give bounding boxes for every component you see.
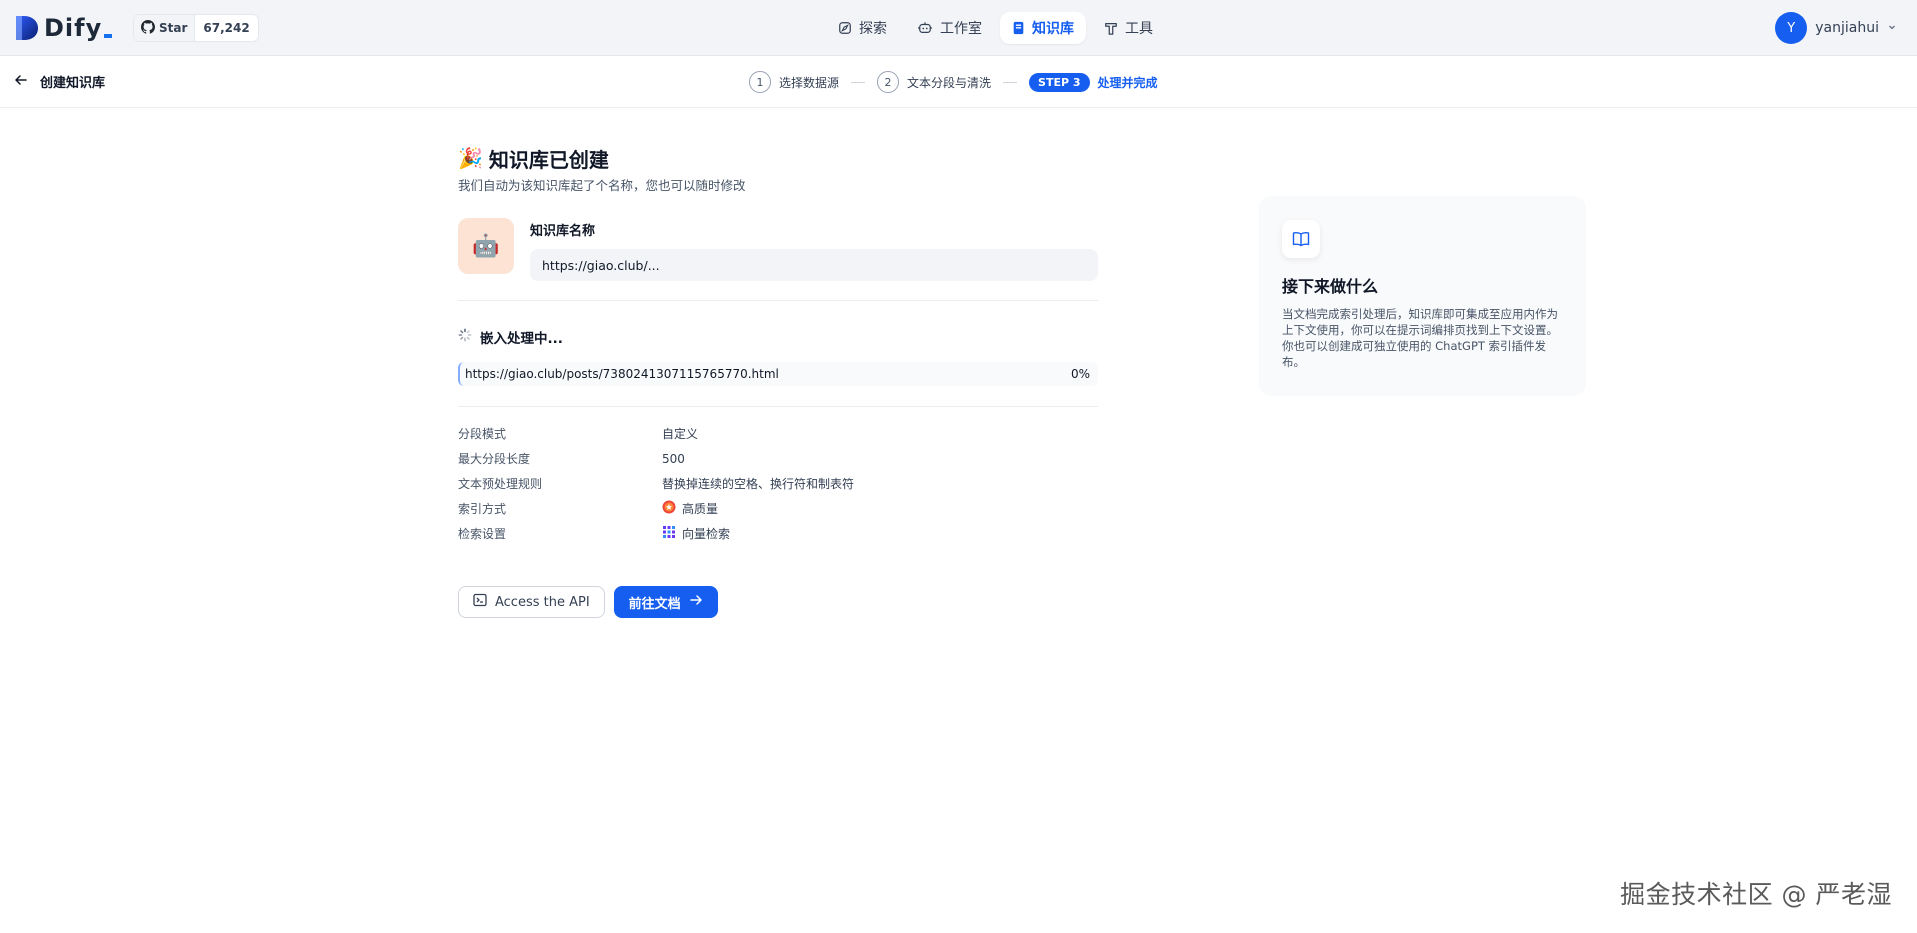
rule-value: 高质量	[682, 502, 719, 516]
main-nav: 探索 工作室 知识库 工具	[826, 12, 1165, 44]
rule-row: 最大分段长度 500	[458, 446, 1098, 471]
rule-value: 替换掉连续的空格、换行符和制表符	[662, 477, 855, 491]
rule-key: 最大分段长度	[458, 452, 531, 466]
kb-created-panel: 🎉 知识库已创建 我们自动为该知识库起了个名称，您也可以随时修改 🤖 知识库名称	[458, 144, 1098, 618]
nav-knowledge-label: 知识库	[1032, 21, 1074, 37]
terminal-icon	[473, 593, 487, 611]
access-api-label: Access the API	[495, 594, 590, 610]
nav-explore[interactable]: 探索	[826, 12, 899, 44]
document-progress-row: https://giao.club/posts/7380241307115765…	[458, 362, 1098, 386]
rule-value: 500	[662, 451, 685, 466]
dify-logo[interactable]: Dify	[14, 13, 113, 43]
github-star-widget[interactable]: Star 67,242	[133, 14, 259, 42]
divider	[458, 406, 1098, 407]
top-navbar: Dify Star 67,242 探索 工作室 知识库 工具 Y yanjiah…	[0, 0, 1917, 56]
step-3-label: 处理并完成	[1097, 75, 1158, 90]
rule-key: 文本预处理规则	[458, 477, 543, 491]
go-to-document-label: 前往文档	[628, 596, 681, 612]
rule-key: 分段模式	[458, 427, 507, 441]
create-kb-header: 创建知识库 1 选择数据源 2 文本分段与清洗 STEP 3 处理并完成	[0, 56, 1917, 108]
page-subtitle: 我们自动为该知识库起了个名称，您也可以随时修改	[458, 178, 746, 193]
step-2-label: 文本分段与清洗	[907, 75, 992, 90]
arrow-right-icon	[689, 593, 703, 611]
step-connector	[851, 81, 866, 83]
avatar: Y	[1775, 12, 1808, 44]
rule-value: 自定义	[662, 427, 699, 441]
step-connector	[1003, 81, 1018, 83]
action-buttons: Access the API 前往文档	[458, 586, 1098, 618]
nav-knowledge[interactable]: 知识库	[1000, 12, 1086, 44]
back-button[interactable]: 创建知识库	[14, 72, 105, 91]
loading-spinner-icon	[458, 328, 472, 346]
logo-dot	[104, 34, 113, 38]
arrow-left-icon	[14, 73, 28, 91]
chevron-down-icon	[1887, 20, 1897, 36]
open-book-icon	[1282, 220, 1320, 258]
page-title: 🎉 知识库已创建	[458, 144, 1098, 172]
stepper: 1 选择数据源 2 文本分段与清洗 STEP 3 处理并完成	[749, 71, 1158, 93]
hammer-icon	[1104, 21, 1118, 35]
rule-row: 分段模式 自定义	[458, 421, 1098, 446]
github-star-button[interactable]: Star	[134, 15, 196, 41]
divider	[458, 300, 1098, 301]
book-icon	[1012, 21, 1025, 35]
nav-tools-label: 工具	[1125, 21, 1153, 37]
embedding-status: 嵌入处理中...	[458, 327, 1098, 347]
party-popper-icon: 🎉	[458, 146, 483, 170]
step-2-number: 2	[877, 71, 900, 93]
nav-tools[interactable]: 工具	[1092, 12, 1165, 44]
kb-name-section: 🤖 知识库名称	[458, 218, 1098, 281]
page-title-text: 知识库已创建	[488, 147, 609, 172]
kb-name-label: 知识库名称	[530, 224, 596, 239]
step-1-number: 1	[749, 71, 771, 93]
step-1-label: 选择数据源	[779, 75, 840, 90]
next-steps-card: 接下来做什么 当文档完成索引处理后，知识库即可集成至应用内作为上下文使用，你可以…	[1259, 196, 1586, 396]
logo-text: Dify	[44, 14, 103, 42]
rule-row: 文本预处理规则 替换掉连续的空格、换行符和制表符	[458, 471, 1098, 496]
go-to-document-button[interactable]: 前往文档	[613, 586, 718, 618]
user-menu[interactable]: Y yanjiahui	[1775, 12, 1897, 44]
kb-name-field-group: 知识库名称	[530, 218, 1098, 281]
next-steps-body: 当文档完成索引处理后，知识库即可集成至应用内作为上下文使用，你可以在提示词编排页…	[1282, 307, 1558, 369]
embedding-status-label: 嵌入处理中...	[480, 331, 563, 347]
nav-studio-label: 工作室	[940, 21, 982, 37]
dify-logo-icon	[14, 14, 40, 42]
document-progress-percent: 0%	[1070, 367, 1090, 381]
processing-rules: 分段模式 自定义 最大分段长度 500 文本预处理规则 替换掉连续的空格、换行符…	[458, 421, 1098, 546]
step-3-pill: STEP 3	[1029, 72, 1090, 92]
user-name: yanjiahui	[1815, 20, 1879, 36]
rule-value-with-icon: 高质量	[662, 500, 718, 517]
vector-search-icon	[662, 525, 676, 542]
compass-icon	[838, 21, 852, 35]
rule-value: 向量检索	[682, 527, 731, 541]
nav-explore-label: 探索	[859, 21, 887, 37]
github-star-count[interactable]: 67,242	[195, 15, 257, 41]
rule-row: 索引方式 高质量	[458, 496, 1098, 521]
github-icon	[141, 19, 155, 37]
rule-key: 索引方式	[458, 502, 507, 516]
rule-row: 检索设置 向量检索	[458, 521, 1098, 546]
rule-key: 检索设置	[458, 527, 507, 541]
robot-icon	[917, 21, 933, 35]
document-filename: https://giao.club/posts/7380241307115765…	[465, 367, 779, 381]
github-star-label: Star	[159, 21, 188, 35]
access-api-button[interactable]: Access the API	[458, 586, 605, 618]
kb-name-input[interactable]	[530, 249, 1098, 281]
high-quality-icon	[662, 500, 676, 517]
watermark: 掘金技术社区 @ 严老湿	[1620, 880, 1892, 909]
rule-value-with-icon: 向量检索	[662, 525, 730, 542]
nav-studio[interactable]: 工作室	[905, 12, 994, 44]
kb-robot-icon[interactable]: 🤖	[458, 218, 514, 274]
next-steps-title: 接下来做什么	[1282, 277, 1379, 296]
back-label: 创建知识库	[40, 76, 106, 91]
